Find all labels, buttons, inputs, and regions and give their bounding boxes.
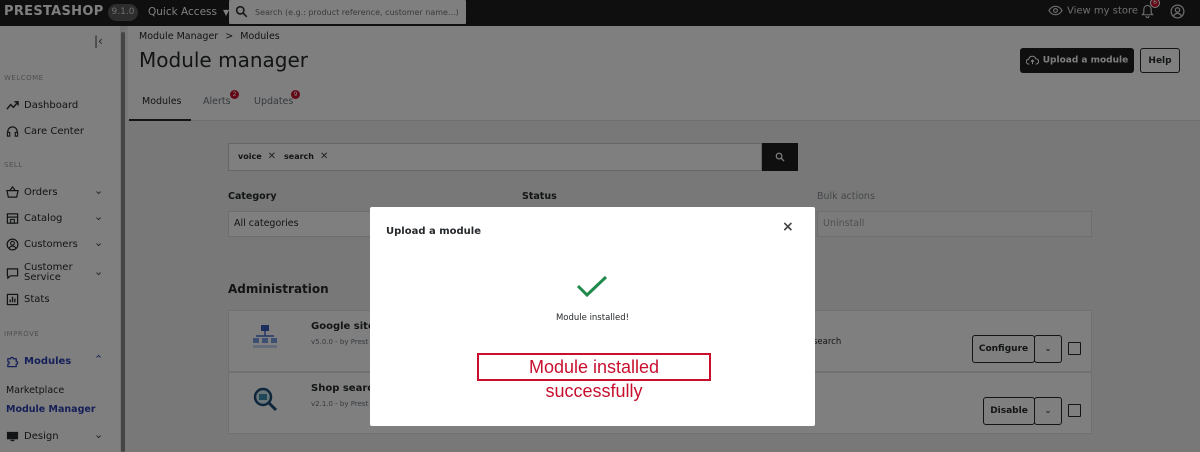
install-status-text: Module installed! bbox=[555, 313, 630, 323]
success-annotation: Module installed successfully bbox=[477, 353, 711, 401]
checkmark-icon bbox=[576, 275, 608, 298]
modal-title: Upload a module bbox=[386, 226, 481, 237]
close-icon[interactable]: × bbox=[782, 219, 794, 235]
upload-module-modal: Upload a module × Module installed! Modu… bbox=[370, 207, 815, 426]
